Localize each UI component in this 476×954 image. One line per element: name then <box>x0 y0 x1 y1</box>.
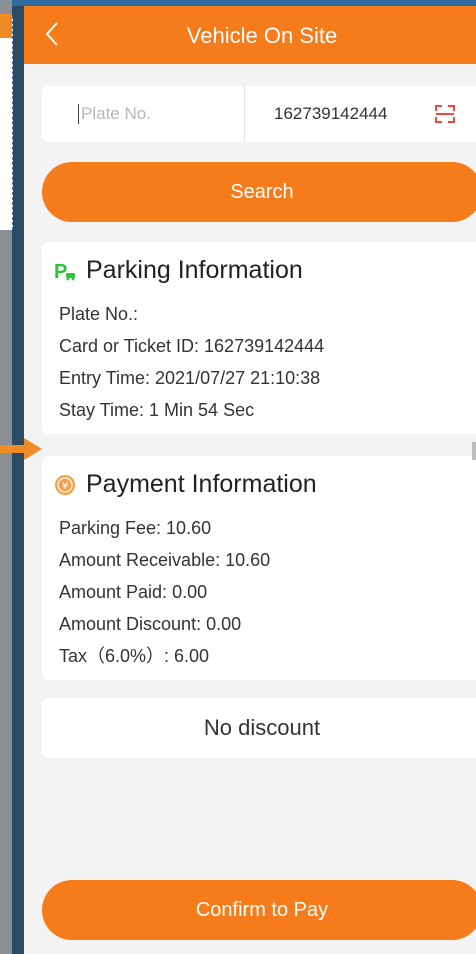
background-document-band <box>0 14 12 38</box>
search-box: Plate No. 162739142444 <box>42 86 476 142</box>
amount-receivable-line: Amount Receivable: 10.60 <box>59 550 271 570</box>
phone-screen: Vehicle On Site Plate No. 162739142444 S… <box>24 6 476 954</box>
discount-selector[interactable]: No discount <box>42 698 476 758</box>
svg-text:¥: ¥ <box>62 481 68 492</box>
parking-info-lines: Plate No.: Card or Ticket ID: 1627391424… <box>59 298 324 426</box>
scroll-indicator <box>472 442 476 460</box>
search-divider <box>244 86 245 142</box>
stay-time-line: Stay Time: 1 Min 54 Sec <box>59 400 255 420</box>
coin-icon: ¥ <box>55 474 75 495</box>
parking-car-icon: P <box>54 261 75 282</box>
tax-line: Tax（6.0%）: 6.00 <box>59 646 210 666</box>
parking-info-card: P Parking Information Plate No.: Card or… <box>42 242 476 434</box>
background-document <box>0 0 13 954</box>
parking-fee-line: Parking Fee: 10.60 <box>59 518 212 538</box>
annotation-arrow-icon <box>0 438 42 460</box>
parking-info-title: Parking Information <box>86 256 303 284</box>
amount-discount-line: Amount Discount: 0.00 <box>59 614 242 634</box>
ticket-id-line: Card or Ticket ID: 162739142444 <box>59 336 325 356</box>
plate-no-line: Plate No.: <box>59 304 139 324</box>
card-number-field[interactable]: 162739142444 <box>274 104 387 124</box>
payment-info-title: Payment Information <box>86 470 317 498</box>
discount-label: No discount <box>203 715 321 740</box>
payment-info-lines: Parking Fee: 10.60 Amount Receivable: 10… <box>59 512 270 672</box>
amount-paid-line: Amount Paid: 0.00 <box>59 582 208 602</box>
background-document-page <box>0 16 13 230</box>
payment-info-header: ¥ Payment Information <box>54 470 317 499</box>
search-button[interactable]: Search <box>42 162 476 222</box>
scan-icon[interactable] <box>435 104 455 124</box>
confirm-pay-button[interactable]: Confirm to Pay <box>42 880 476 940</box>
page-title: Vehicle On Site <box>186 23 338 48</box>
plate-number-input[interactable]: Plate No. <box>78 104 151 124</box>
entry-time-line: Entry Time: 2021/07/27 21:10:38 <box>59 368 321 388</box>
top-nav-bar: Vehicle On Site <box>24 6 476 64</box>
payment-info-card: ¥ Payment Information Parking Fee: 10.60… <box>42 456 476 680</box>
svg-text:P: P <box>54 261 67 282</box>
parking-info-header: P Parking Information <box>54 256 303 285</box>
